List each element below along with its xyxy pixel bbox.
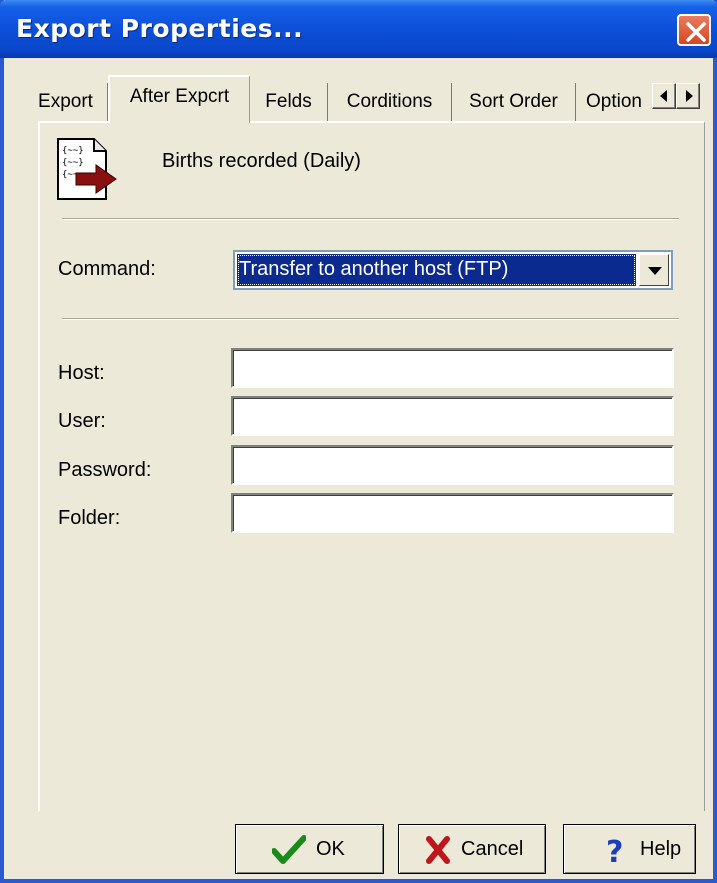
tab-scroll-left-button[interactable] — [652, 83, 676, 109]
close-icon — [686, 22, 706, 42]
folder-label: Folder: — [58, 507, 121, 529]
cancel-label: Cancel — [461, 838, 524, 860]
divider — [62, 318, 679, 320]
close-button[interactable] — [677, 14, 711, 46]
command-select[interactable]: Transfer to another host (FTP) — [233, 250, 673, 290]
tab-export[interactable]: Export — [24, 83, 108, 121]
tab-strip: Export After Expcrt Felds Corditions Sor… — [24, 73, 700, 123]
command-selected-value: Transfer to another host (FTP) — [237, 254, 636, 286]
export-properties-dialog: Export Properties... Export After Expcrt… — [0, 0, 717, 883]
help-button[interactable]: ? Help — [563, 824, 696, 874]
cancel-x-icon — [426, 836, 450, 864]
tab-fields[interactable]: Felds — [250, 83, 328, 121]
chevron-down-icon — [648, 267, 662, 275]
help-icon: ? — [606, 835, 623, 867]
tab-options[interactable]: Option — [576, 83, 652, 121]
host-input[interactable] — [231, 348, 674, 388]
cancel-button[interactable]: Cancel — [398, 824, 546, 874]
help-label: Help — [640, 838, 682, 860]
password-label: Password: — [58, 459, 152, 481]
arrow-right-icon — [686, 90, 693, 102]
tab-scroll-right-button[interactable] — [676, 83, 700, 109]
folder-input[interactable] — [231, 493, 674, 533]
password-input[interactable] — [231, 445, 674, 485]
arrow-left-icon — [660, 90, 667, 102]
report-name: Births recorded (Daily) — [162, 150, 361, 172]
ok-button[interactable]: OK — [235, 824, 384, 874]
title-bar[interactable]: Export Properties... — [0, 0, 717, 58]
ok-label: OK — [316, 838, 345, 860]
command-dropdown-button[interactable] — [639, 254, 669, 286]
export-document-icon: {~~} {~~} {~~ — [57, 138, 117, 200]
divider — [62, 218, 679, 220]
window-title: Export Properties... — [16, 14, 304, 43]
tab-after-export[interactable]: After Expcrt — [108, 75, 250, 123]
tab-sort-order[interactable]: Sort Order — [452, 83, 576, 121]
user-input[interactable] — [231, 396, 674, 436]
host-label: Host: — [58, 362, 105, 384]
svg-text:{~~}: {~~} — [62, 146, 84, 156]
checkmark-icon — [272, 835, 306, 864]
svg-text:{~~}: {~~} — [62, 158, 84, 168]
user-label: User: — [58, 410, 106, 432]
command-label: Command: — [58, 258, 156, 280]
svg-text:?: ? — [606, 835, 623, 867]
tab-conditions[interactable]: Corditions — [328, 83, 452, 121]
